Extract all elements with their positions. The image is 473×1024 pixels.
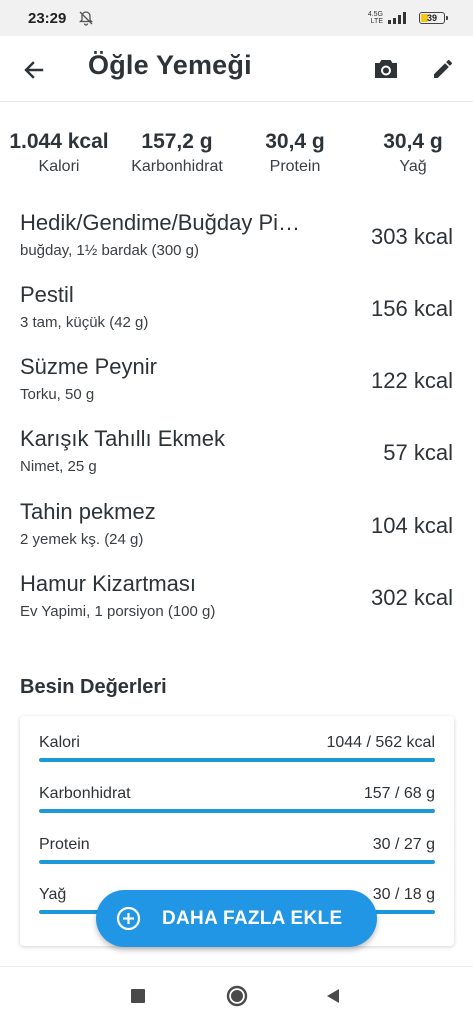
food-name: Pestil [20, 282, 74, 307]
summary-value: 30,4 g [265, 130, 325, 153]
food-portion: Ev Yapimi, 1 porsiyon (100 g) [20, 603, 216, 620]
plus-circle-icon [116, 906, 141, 931]
arrow-left-icon [24, 61, 44, 79]
meal-summary: 1.044 kcal Kalori 157,2 g Karbonhidrat 3… [0, 130, 473, 186]
app-bar: Öğle Yemeği [0, 36, 473, 102]
nutrient-progress-bar [39, 809, 435, 813]
food-kcal: 104 kcal [371, 513, 453, 538]
summary-label: Karbonhidrat [131, 158, 223, 175]
food-item[interactable]: Hedik/Gendime/Buğday Pi… buğday, 1½ bard… [0, 210, 473, 276]
status-bar: 23:29 4.5G LTE 39 [0, 0, 473, 36]
system-nav-bar [0, 966, 473, 1024]
nutrient-value: 1044 / 562 kcal [326, 734, 435, 751]
system-back-button[interactable] [324, 987, 342, 1005]
nutrient-value: 30 / 18 g [372, 886, 435, 903]
network-type-top: 4.5G [367, 11, 383, 18]
nutrient-progress-bar [39, 860, 435, 864]
status-indicators: 4.5G LTE 39 [368, 11, 448, 25]
summary-label: Kalori [38, 158, 80, 175]
summary-value: 157,2 g [141, 130, 213, 153]
summary-value: 1.044 kcal [9, 130, 109, 153]
signal-icon [388, 12, 406, 24]
back-button[interactable] [20, 56, 48, 84]
summary-carbs: 157,2 g Karbonhidrat [118, 130, 236, 176]
food-kcal: 156 kcal [371, 296, 453, 321]
summary-label: Yağ [399, 158, 427, 175]
food-item[interactable]: Tahin pekmez 2 yemek kş. (24 g) 104 kcal [0, 499, 473, 565]
battery-text: 39 [426, 13, 437, 23]
food-item[interactable]: Karışık Tahıllı Ekmek Nimet, 25 g 57 kca… [0, 426, 473, 492]
food-kcal: 303 kcal [371, 224, 453, 249]
add-more-label: DAHA FAZLA EKLE [162, 908, 343, 929]
nutrient-progress-fill [39, 860, 435, 864]
food-name: Tahin pekmez [20, 499, 156, 524]
add-more-button[interactable]: DAHA FAZLA EKLE [96, 890, 377, 947]
summary-protein: 30,4 g Protein [236, 130, 354, 176]
summary-value: 30,4 g [383, 130, 443, 153]
nutrient-value: 30 / 27 g [372, 836, 435, 853]
food-item[interactable]: Süzme Peynir Torku, 50 g 122 kcal [0, 354, 473, 420]
nutrient-progress-fill [39, 809, 435, 813]
nutrition-section-title: Besin Değerleri [20, 676, 167, 698]
food-item[interactable]: Pestil 3 tam, küçük (42 g) 156 kcal [0, 282, 473, 348]
summary-calories: 1.044 kcal Kalori [0, 130, 118, 176]
nutrient-label: Kalori [39, 734, 80, 751]
page-title: Öğle Yemeği [88, 50, 252, 80]
nutrient-value: 157 / 68 g [363, 785, 435, 802]
nutrient-row-calories: Kalori 1044 / 562 kcal [39, 734, 435, 774]
status-time: 23:29 [28, 9, 67, 27]
battery-icon: 39 [419, 12, 448, 24]
summary-fat: 30,4 g Yağ [354, 130, 472, 176]
food-portion: Torku, 50 g [20, 386, 95, 403]
food-name: Hedik/Gendime/Buğday Pi… [20, 210, 301, 235]
bell-off-icon [79, 11, 94, 26]
food-item[interactable]: Hamur Kizartması Ev Yapimi, 1 porsiyon (… [0, 571, 473, 637]
food-kcal: 302 kcal [371, 585, 453, 610]
nutrient-row-protein: Protein 30 / 27 g [39, 836, 435, 876]
network-type-bottom: LTE [370, 18, 383, 25]
nutrient-progress-fill [39, 758, 435, 762]
food-portion: Nimet, 25 g [20, 458, 97, 475]
camera-button[interactable] [371, 54, 401, 84]
nutrient-label: Karbonhidrat [39, 785, 131, 802]
food-name: Süzme Peynir [20, 354, 157, 379]
food-kcal: 57 kcal [383, 440, 453, 465]
pencil-icon [434, 59, 453, 78]
network-type: 4.5G LTE [368, 11, 383, 25]
nutrient-label: Yağ [39, 886, 67, 903]
food-portion: 2 yemek kş. (24 g) [20, 531, 144, 548]
food-portion: buğday, 1½ bardak (300 g) [20, 242, 200, 259]
nutrient-label: Protein [39, 836, 90, 853]
recents-button[interactable] [131, 989, 145, 1003]
food-portion: 3 tam, küçük (42 g) [20, 314, 149, 331]
nutrient-progress-bar [39, 758, 435, 762]
summary-label: Protein [269, 158, 321, 175]
home-button[interactable] [226, 985, 248, 1007]
food-name: Hamur Kizartması [20, 571, 197, 596]
food-kcal: 122 kcal [371, 368, 453, 393]
food-name: Karışık Tahıllı Ekmek [20, 426, 225, 451]
camera-icon [375, 60, 397, 78]
edit-button[interactable] [428, 54, 458, 84]
nutrient-row-carbs: Karbonhidrat 157 / 68 g [39, 785, 435, 825]
